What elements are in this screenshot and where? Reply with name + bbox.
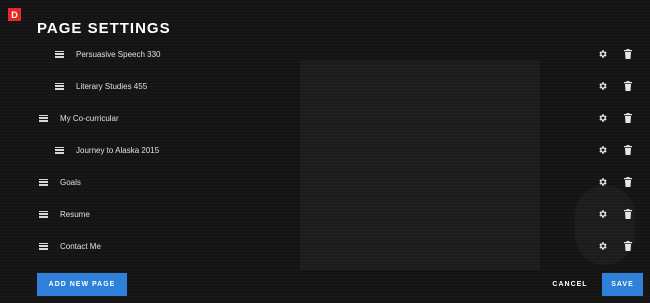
save-button[interactable]: SAVE xyxy=(602,273,643,296)
page-row[interactable]: Goals xyxy=(0,166,650,198)
app-logo[interactable]: D xyxy=(8,8,21,21)
drag-handle-icon[interactable] xyxy=(39,210,48,218)
page-row-label: Contact Me xyxy=(60,241,101,251)
drag-handle-icon[interactable] xyxy=(39,242,48,250)
trash-icon[interactable] xyxy=(623,49,632,59)
add-new-page-button[interactable]: ADD NEW PAGE xyxy=(37,273,127,296)
trash-icon[interactable] xyxy=(623,81,632,91)
gear-icon[interactable] xyxy=(598,209,608,219)
page-row-label: Resume xyxy=(60,209,90,219)
gear-icon[interactable] xyxy=(598,49,608,59)
gear-icon[interactable] xyxy=(598,145,608,155)
gear-icon[interactable] xyxy=(598,113,608,123)
trash-icon[interactable] xyxy=(623,177,632,187)
cancel-button[interactable]: CANCEL xyxy=(546,273,594,296)
page-list: Persuasive Speech 330 Literary Studies 45… xyxy=(0,38,650,262)
drag-handle-icon[interactable] xyxy=(55,82,64,90)
drag-handle-icon[interactable] xyxy=(39,178,48,186)
page-row[interactable]: Persuasive Speech 330 xyxy=(0,38,650,70)
page-row-label: Persuasive Speech 330 xyxy=(76,49,161,59)
trash-icon[interactable] xyxy=(623,209,632,219)
trash-icon[interactable] xyxy=(623,145,632,155)
trash-icon[interactable] xyxy=(623,241,632,251)
page-row-label: Journey to Alaska 2015 xyxy=(76,145,160,155)
trash-icon[interactable] xyxy=(623,113,632,123)
page-row-label: Literary Studies 455 xyxy=(76,81,148,91)
drag-handle-icon[interactable] xyxy=(55,146,64,154)
page-row[interactable]: Journey to Alaska 2015 xyxy=(0,134,650,166)
page-row[interactable]: Contact Me xyxy=(0,230,650,262)
footer-bar: ADD NEW PAGE CANCEL SAVE xyxy=(0,273,650,296)
page-title: PAGE SETTINGS xyxy=(37,20,171,37)
page-row-label: Goals xyxy=(60,177,81,187)
page-row-label: My Co-curricular xyxy=(60,113,119,123)
gear-icon[interactable] xyxy=(598,177,608,187)
gear-icon[interactable] xyxy=(598,241,608,251)
page-row[interactable]: My Co-curricular xyxy=(0,102,650,134)
gear-icon[interactable] xyxy=(598,81,608,91)
drag-handle-icon[interactable] xyxy=(39,114,48,122)
page-row[interactable]: Literary Studies 455 xyxy=(0,70,650,102)
page-row[interactable]: Resume xyxy=(0,198,650,230)
drag-handle-icon[interactable] xyxy=(55,50,64,58)
